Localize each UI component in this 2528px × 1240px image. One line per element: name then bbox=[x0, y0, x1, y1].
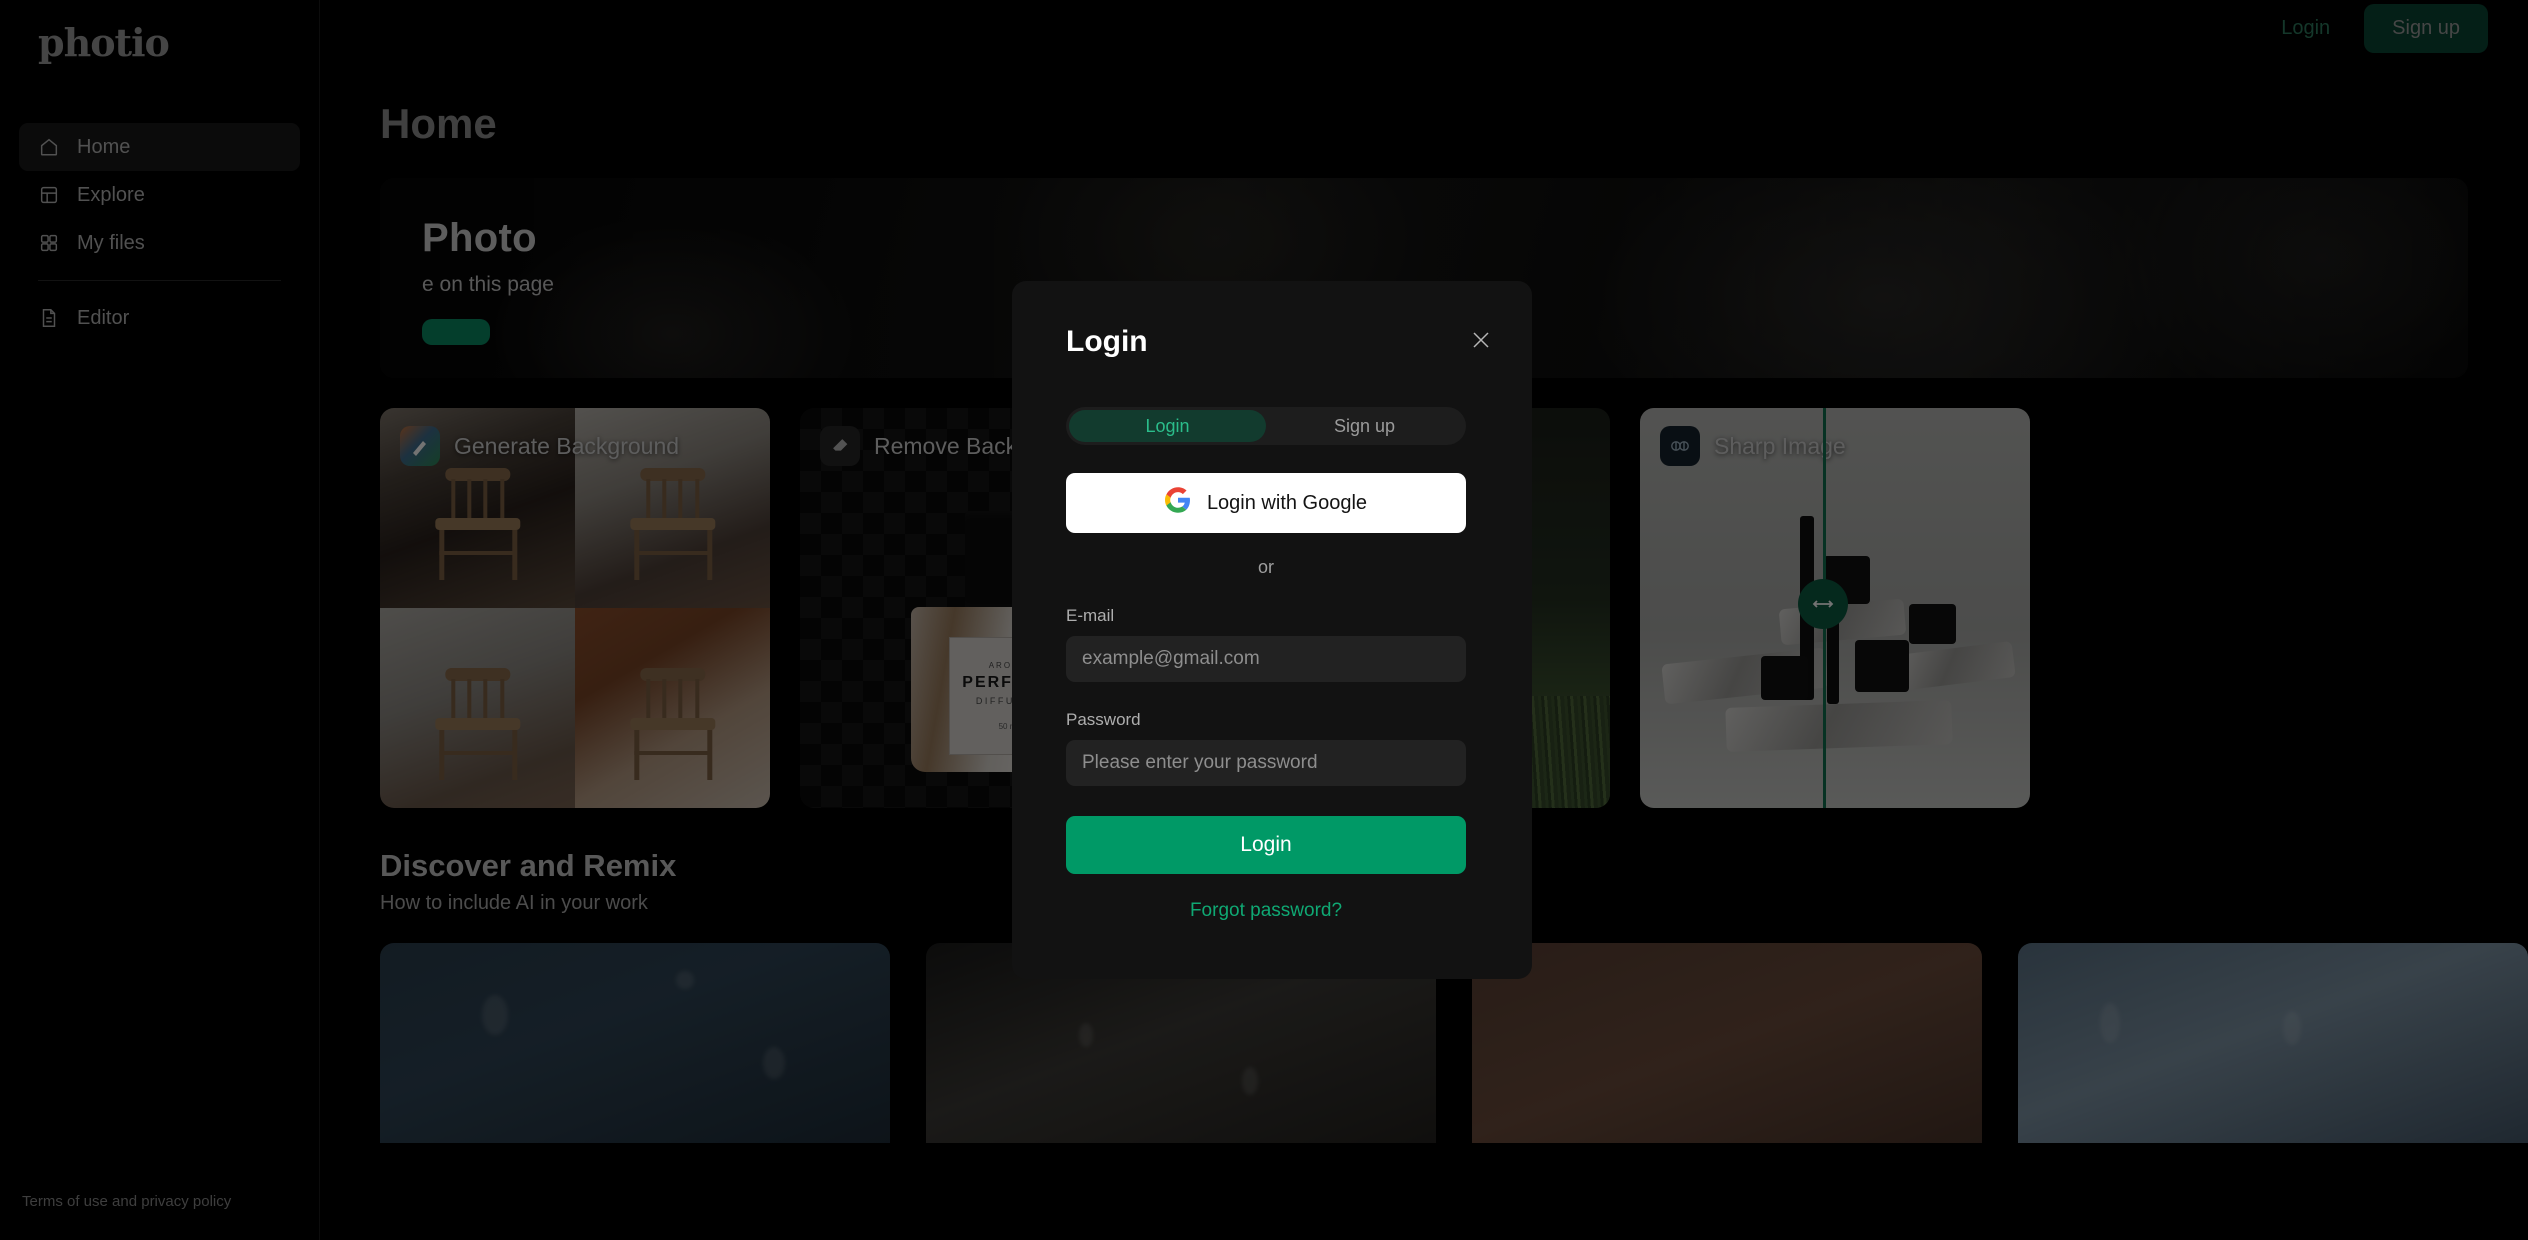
password-input[interactable] bbox=[1066, 740, 1466, 786]
login-submit-button[interactable]: Login bbox=[1066, 816, 1466, 874]
login-with-google-button[interactable]: Login with Google bbox=[1066, 473, 1466, 533]
auth-mode-tabs: Login Sign up bbox=[1066, 407, 1466, 445]
google-icon bbox=[1164, 487, 1191, 519]
forgot-password-link[interactable]: Forgot password? bbox=[1066, 900, 1466, 922]
email-field-label: E-mail bbox=[1066, 606, 1115, 625]
password-field-label: Password bbox=[1066, 710, 1141, 729]
login-modal: Login Login Sign up Login with Google or bbox=[1012, 281, 1532, 979]
email-input[interactable] bbox=[1066, 636, 1466, 682]
tab-signup[interactable]: Sign up bbox=[1266, 410, 1463, 442]
login-with-google-label: Login with Google bbox=[1206, 491, 1368, 514]
divider-or-text: or bbox=[1257, 557, 1274, 577]
tab-login[interactable]: Login bbox=[1069, 410, 1266, 442]
close-icon[interactable] bbox=[1466, 325, 1496, 355]
modal-title: Login bbox=[1066, 325, 1148, 358]
app-root: photio Home Explore bbox=[0, 0, 2528, 1240]
